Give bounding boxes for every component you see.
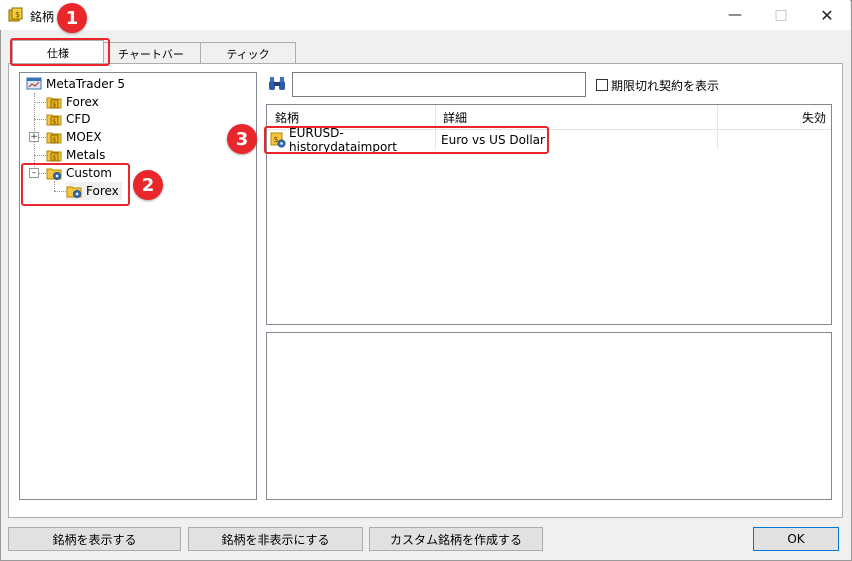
column-label: 失効 <box>801 110 826 125</box>
symbol-details-pane <box>266 332 832 500</box>
create-custom-symbol-button[interactable]: カスタム銘柄を作成する <box>369 527 543 551</box>
folder-coins-icon: $ <box>46 114 62 126</box>
highlight-box <box>21 163 130 206</box>
folder-coins-icon: $ <box>46 132 62 144</box>
tree-item-label: Forex <box>66 95 99 109</box>
show-symbol-button[interactable]: 銘柄を表示する <box>8 527 181 551</box>
column-separator <box>717 105 718 149</box>
highlight-box <box>10 38 110 66</box>
ok-button[interactable]: OK <box>753 527 839 551</box>
close-button[interactable]: ✕ <box>804 0 850 30</box>
expand-moex-toggle[interactable]: + <box>29 132 39 142</box>
tree-item-moex[interactable]: $ MOEX <box>46 128 102 146</box>
tree-line <box>34 102 46 103</box>
folder-coins-icon: $ <box>46 97 62 109</box>
tree-item-forex[interactable]: $ Forex <box>46 93 99 111</box>
button-label: カスタム銘柄を作成する <box>389 532 522 547</box>
coins-icon: $ <box>8 7 23 22</box>
tree-item-metals[interactable]: $ Metals <box>46 146 105 164</box>
tab-chart-bars[interactable]: チャートバー <box>100 42 202 64</box>
tab-label: ティック <box>226 47 270 61</box>
tree-item-label: MetaTrader 5 <box>46 77 126 91</box>
column-header-expiration[interactable]: 失効 <box>722 105 826 129</box>
button-label: 銘柄を非表示にする <box>221 532 330 547</box>
minimize-button[interactable]: — <box>712 0 758 30</box>
svg-text:$: $ <box>15 10 20 19</box>
close-icon: ✕ <box>820 5 834 25</box>
button-label: 銘柄を表示する <box>52 532 137 547</box>
tree-item-cfd[interactable]: $ CFD <box>46 110 91 128</box>
title-bar[interactable]: $ 銘柄 — □ ✕ <box>0 0 850 30</box>
folder-coins-icon: $ <box>46 150 62 162</box>
tree-item-label: Metals <box>66 148 106 162</box>
maximize-button[interactable]: □ <box>758 0 804 30</box>
tree-item-label: CFD <box>66 112 91 126</box>
column-label: 詳細 <box>443 110 468 125</box>
step-badge: 2 <box>133 170 163 200</box>
show-expired-label: 期限切れ契約を表示 <box>611 79 720 93</box>
tab-ticks[interactable]: ティック <box>200 42 296 64</box>
tab-label: チャートバー <box>118 47 184 61</box>
minimize-icon: — <box>728 7 742 23</box>
tree-line <box>38 137 46 138</box>
tree-item-metatrader5[interactable]: MetaTrader 5 <box>26 75 125 93</box>
tree-line <box>34 155 46 156</box>
svg-text:$: $ <box>53 137 57 144</box>
tree-item-label: MOEX <box>66 130 102 144</box>
highlight-box <box>264 126 549 154</box>
tree-line <box>34 119 46 120</box>
svg-text:$: $ <box>53 102 57 109</box>
svg-text:$: $ <box>53 155 57 162</box>
svg-text:$: $ <box>53 119 57 126</box>
step-badge: 1 <box>57 3 87 33</box>
search-input[interactable] <box>292 72 586 97</box>
button-label: OK <box>787 532 805 546</box>
terminal-icon <box>26 77 42 90</box>
show-expired-checkbox[interactable] <box>596 79 608 91</box>
symbol-tree[interactable]: + – MetaTrader 5 $ Forex $ CFD $ MOEX $ … <box>19 72 257 500</box>
maximize-icon: □ <box>774 7 788 23</box>
column-label: 銘柄 <box>275 110 300 125</box>
hide-symbol-button[interactable]: 銘柄を非表示にする <box>188 527 363 551</box>
binoculars-icon[interactable] <box>268 76 286 92</box>
window-title: 銘柄 <box>30 10 55 24</box>
step-badge: 3 <box>227 124 257 154</box>
